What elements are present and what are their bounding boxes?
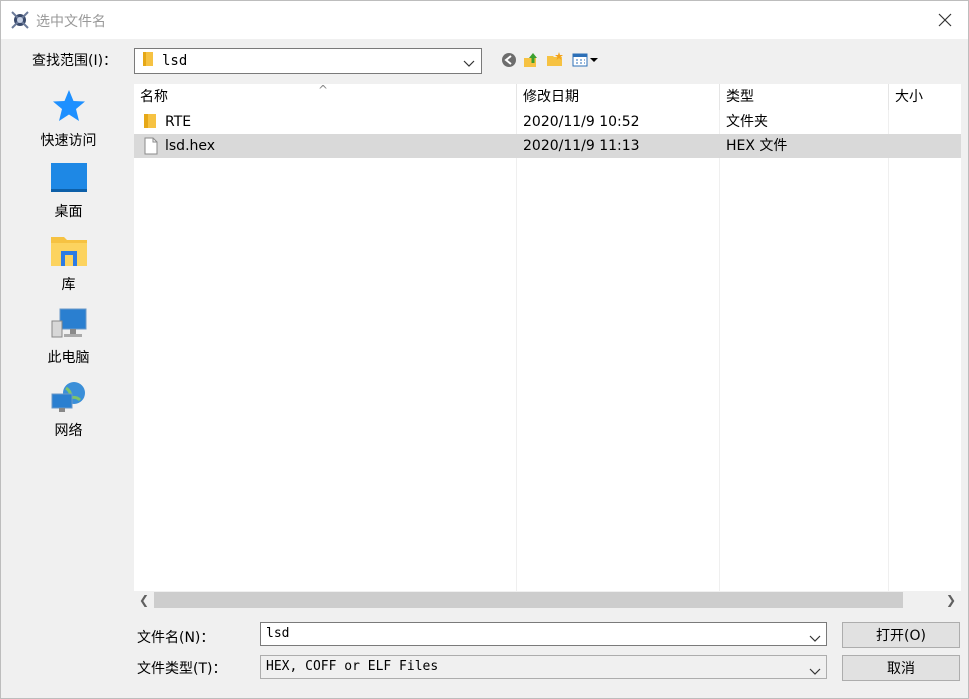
place-quick-access[interactable]: 快速访问 — [7, 88, 130, 158]
column-type-label: 类型 — [726, 89, 754, 105]
filename-input[interactable]: lsd — [260, 622, 827, 646]
file-icon — [144, 137, 158, 155]
file-type: HEX 文件 — [726, 138, 788, 154]
filetype-value: HEX, COFF or ELF Files — [266, 659, 439, 674]
place-library[interactable]: 库 — [7, 234, 130, 304]
scroll-left-icon[interactable]: ❮ — [135, 591, 153, 609]
up-folder-icon — [524, 53, 537, 67]
cancel-button-label: 取消 — [887, 661, 915, 677]
view-menu-button[interactable] — [571, 50, 599, 70]
window-title: 选中文件名 — [36, 14, 106, 30]
place-desktop[interactable]: 桌面 — [7, 161, 130, 231]
back-button[interactable] — [499, 50, 519, 70]
file-row-folder[interactable]: RTE 2020/11/9 10:52 文件夹 — [134, 110, 961, 134]
file-list[interactable]: 名称 ^ 修改日期 类型 大小 RTE 2020/11/9 10:52 文件夹 — [134, 84, 961, 609]
lookin-combo[interactable]: lsd — [134, 48, 482, 74]
column-header: 名称 ^ 修改日期 类型 大小 — [134, 84, 961, 110]
place-label: 此电脑 — [47, 350, 90, 366]
open-file-dialog: 选中文件名 查找范围(I)： lsd 快速访问 桌面 库 此电脑 网络 名称 ^… — [0, 0, 969, 699]
filetype-select[interactable]: HEX, COFF or ELF Files — [260, 655, 827, 679]
chevron-down-icon — [809, 662, 821, 684]
folder-icon — [143, 113, 157, 131]
column-type[interactable]: 类型 — [720, 84, 889, 110]
place-label: 库 — [61, 277, 76, 293]
file-name: RTE — [165, 114, 192, 130]
column-size-label: 大小 — [895, 89, 923, 105]
chevron-down-icon — [463, 56, 475, 72]
title-bar: 选中文件名 — [1, 1, 968, 39]
cancel-button[interactable]: 取消 — [842, 655, 960, 681]
back-icon — [502, 53, 516, 67]
app-icon — [10, 10, 30, 30]
close-icon — [938, 13, 952, 27]
horizontal-scrollbar[interactable]: ❮ ❯ — [134, 591, 961, 609]
lookin-value: lsd — [162, 53, 188, 69]
network-icon — [50, 380, 88, 418]
chevron-down-icon[interactable] — [809, 629, 821, 651]
new-folder-button[interactable] — [545, 50, 565, 70]
scroll-right-icon[interactable]: ❯ — [942, 591, 960, 609]
places-bar: 快速访问 桌面 库 此电脑 网络 — [7, 84, 130, 684]
file-name: lsd.hex — [165, 138, 216, 154]
column-divider — [516, 110, 517, 591]
column-divider — [888, 110, 889, 591]
filename-value: lsd — [266, 626, 290, 641]
place-label: 桌面 — [54, 204, 83, 220]
column-size[interactable]: 大小 — [889, 84, 961, 110]
computer-icon — [50, 307, 88, 345]
file-date: 2020/11/9 10:52 — [523, 114, 640, 130]
open-button-label: 打开(O) — [876, 628, 926, 644]
column-name[interactable]: 名称 ^ — [134, 84, 517, 110]
new-folder-icon — [547, 52, 563, 66]
filename-label: 文件名(N)： — [137, 630, 215, 646]
column-date-label: 修改日期 — [523, 89, 579, 105]
scrollbar-thumb[interactable] — [154, 592, 903, 608]
desktop-icon — [50, 161, 88, 199]
sort-ascending-icon: ^ — [318, 84, 329, 97]
open-button[interactable]: 打开(O) — [842, 622, 960, 648]
library-icon — [50, 234, 88, 272]
up-folder-button[interactable] — [521, 50, 541, 70]
lookin-label: 查找范围(I)： — [32, 53, 118, 69]
filetype-label: 文件类型(T)： — [137, 661, 227, 677]
column-name-label: 名称 — [140, 89, 168, 105]
column-divider — [719, 110, 720, 591]
star-icon — [51, 88, 87, 128]
place-network[interactable]: 网络 — [7, 380, 130, 450]
place-label: 快速访问 — [40, 133, 97, 149]
place-label: 网络 — [54, 423, 83, 439]
file-type: 文件夹 — [726, 114, 768, 130]
folder-icon — [142, 51, 154, 71]
column-date[interactable]: 修改日期 — [517, 84, 720, 110]
file-date: 2020/11/9 11:13 — [523, 138, 640, 154]
place-this-pc[interactable]: 此电脑 — [7, 307, 130, 377]
close-button[interactable] — [922, 1, 968, 39]
view-menu-icon — [572, 53, 598, 67]
file-row-selected[interactable]: lsd.hex 2020/11/9 11:13 HEX 文件 — [134, 134, 961, 158]
